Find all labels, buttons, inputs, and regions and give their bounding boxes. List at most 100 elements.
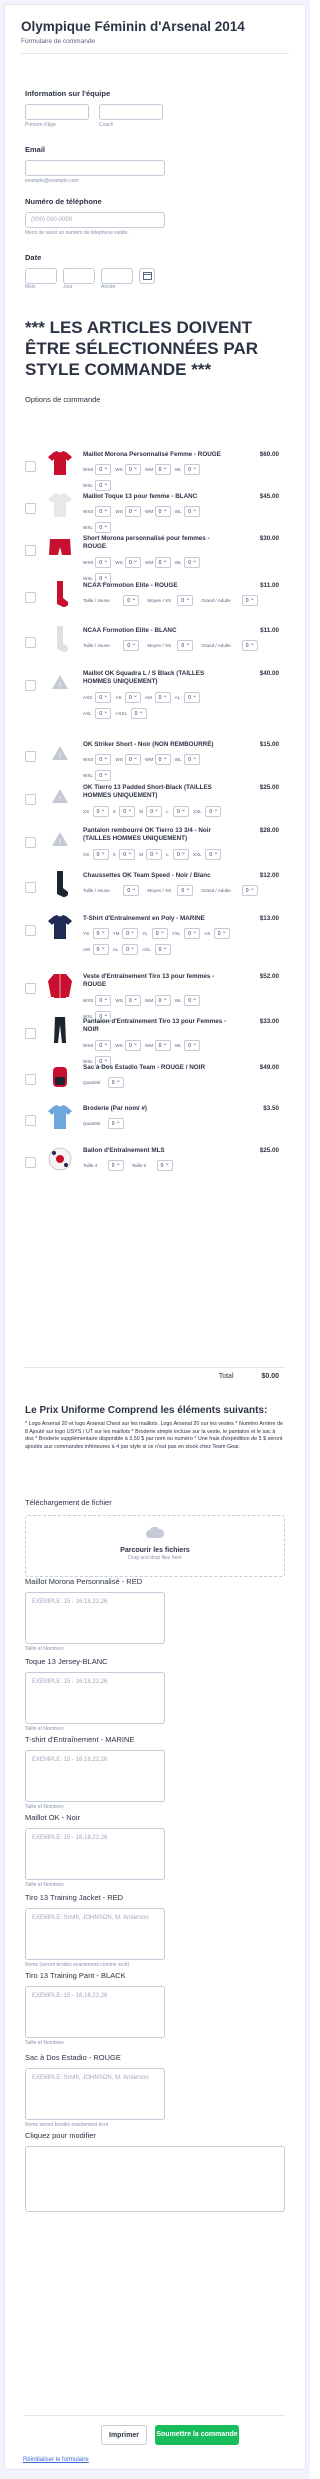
product-checkbox[interactable] <box>25 1115 36 1126</box>
quantity-select[interactable]: 0 <box>95 754 112 765</box>
calendar-icon[interactable] <box>139 268 155 284</box>
quantity-select[interactable]: 0 <box>154 506 171 517</box>
quantity-select[interactable]: 0 <box>184 692 201 703</box>
quantity-select[interactable]: 0 <box>151 928 168 939</box>
quantity-select[interactable]: 0 <box>241 885 258 896</box>
quantity-select[interactable]: 0 <box>125 1040 141 1051</box>
quantity-select[interactable]: 0 <box>95 708 112 719</box>
textarea-input[interactable]: EXEMPLE: 15 - 16,18,22,26 <box>25 1986 165 2038</box>
quantity-select[interactable]: 0 <box>154 464 171 475</box>
quantity-select[interactable]: 0 <box>156 1160 173 1171</box>
product-checkbox[interactable] <box>25 461 36 472</box>
quantity-select[interactable]: 0 <box>173 849 189 860</box>
quantity-select[interactable]: 0 <box>130 708 147 719</box>
quantity-select[interactable]: 0 <box>107 1077 124 1088</box>
quantity-select[interactable]: 0 <box>119 806 136 817</box>
quantity-select[interactable]: 0 <box>119 849 136 860</box>
quantity-select[interactable]: 0 <box>95 770 112 781</box>
quantity-select[interactable]: 0 <box>92 806 109 817</box>
quantity-select[interactable]: 0 <box>154 944 171 955</box>
quantity-select[interactable]: 0 <box>177 595 194 606</box>
product-checkbox[interactable] <box>25 751 36 762</box>
textarea-input[interactable]: EXEMPLE: 15 - 16,18,22,26 <box>25 1750 165 1802</box>
textarea-input[interactable]: EXEMPLE: Smith, JOHNSON, M. Anderson <box>25 1908 165 1960</box>
product-checkbox[interactable] <box>25 837 36 848</box>
quantity-select[interactable]: 0 <box>95 522 112 533</box>
quantity-select[interactable]: 0 <box>146 849 163 860</box>
quantity-select[interactable]: 0 <box>154 692 171 703</box>
quantity-select[interactable]: 0 <box>154 754 171 765</box>
quantity-select[interactable]: 0 <box>205 849 222 860</box>
email-input[interactable] <box>25 160 165 176</box>
quantity-select[interactable]: 0 <box>184 557 201 568</box>
textarea-input[interactable]: EXEMPLE: 15 - 16,18,22,26 <box>25 1672 165 1724</box>
quantity-select[interactable]: 0 <box>122 944 139 955</box>
product-checkbox[interactable] <box>25 592 36 603</box>
quantity-select[interactable]: 0 <box>123 885 140 896</box>
quantity-select[interactable]: 0 <box>95 557 112 568</box>
quantity-select[interactable]: 0 <box>154 1040 171 1051</box>
quantity-select[interactable]: 0 <box>184 995 201 1006</box>
quantity-select[interactable]: 0 <box>205 806 222 817</box>
quantity-select[interactable]: 0 <box>184 928 201 939</box>
quantity-select[interactable]: 0 <box>184 506 201 517</box>
quantity-select[interactable]: 0 <box>125 506 141 517</box>
product-checkbox[interactable] <box>25 1028 36 1039</box>
month-input[interactable] <box>25 268 57 284</box>
reset-link[interactable]: Réinitialiser le formulaire <box>23 2457 89 2463</box>
quantity-select[interactable]: 0 <box>125 464 141 475</box>
quantity-select[interactable]: 0 <box>184 1040 201 1051</box>
quantity-select[interactable]: 0 <box>177 640 194 651</box>
product-checkbox[interactable] <box>25 680 36 691</box>
submit-button[interactable]: Soumettre la commande <box>155 2425 239 2445</box>
quantity-select[interactable]: 0 <box>241 640 258 651</box>
textarea-input[interactable]: EXEMPLE: Smith, JOHNSON, M. Anderson <box>25 2068 165 2120</box>
quantity-select[interactable]: 0 <box>125 557 141 568</box>
quantity-select[interactable]: 0 <box>213 928 230 939</box>
quantity-select[interactable]: 0 <box>125 692 141 703</box>
quantity-select[interactable]: 0 <box>173 806 189 817</box>
phone-input[interactable]: (000) 000-0000 <box>25 212 165 228</box>
textarea-input[interactable] <box>25 2146 285 2212</box>
year-input[interactable] <box>101 268 133 284</box>
print-button[interactable]: Imprimer <box>101 2425 147 2445</box>
quantity-select[interactable]: 0 <box>184 464 201 475</box>
quantity-select[interactable]: 0 <box>95 995 112 1006</box>
day-input[interactable] <box>63 268 95 284</box>
quantity-select[interactable]: 0 <box>184 754 201 765</box>
quantity-select[interactable]: 0 <box>95 464 112 475</box>
product-checkbox[interactable] <box>25 882 36 893</box>
quantity-select[interactable]: 0 <box>241 595 258 606</box>
product-checkbox[interactable] <box>25 637 36 648</box>
product-checkbox[interactable] <box>25 1157 36 1168</box>
quantity-select[interactable]: 0 <box>95 506 112 517</box>
textarea-input[interactable]: EXEMPLE: 15 - 16,18,22,26 <box>25 1828 165 1880</box>
product-checkbox[interactable] <box>25 983 36 994</box>
quantity-select[interactable]: 0 <box>154 557 171 568</box>
quantity-select[interactable]: 0 <box>177 885 194 896</box>
quantity-select[interactable]: 0 <box>125 995 141 1006</box>
quantity-select[interactable]: 0 <box>122 928 139 939</box>
quantity-select[interactable]: 0 <box>125 754 141 765</box>
quantity-select[interactable]: 0 <box>107 1118 124 1129</box>
upload-dropzone[interactable]: Parcourir les fichiers Drag and drop fil… <box>25 1515 285 1577</box>
quantity-select[interactable]: 0 <box>95 480 112 491</box>
quantity-select[interactable]: 0 <box>95 1040 112 1051</box>
quantity-select[interactable]: 0 <box>95 692 112 703</box>
quantity-select[interactable]: 0 <box>92 849 109 860</box>
product-checkbox[interactable] <box>25 925 36 936</box>
quantity-select[interactable]: 0 <box>92 928 109 939</box>
textarea-input[interactable]: EXEMPLE: 15 - 16,18,22,26 <box>25 1592 165 1644</box>
first-name-input[interactable] <box>25 104 89 120</box>
quantity-select[interactable]: 0 <box>154 995 171 1006</box>
quantity-select[interactable]: 0 <box>107 1160 124 1171</box>
product-checkbox[interactable] <box>25 794 36 805</box>
quantity-select[interactable]: 0 <box>123 640 140 651</box>
quantity-select[interactable]: 0 <box>146 806 163 817</box>
quantity-select[interactable]: 0 <box>92 944 109 955</box>
product-checkbox[interactable] <box>25 545 36 556</box>
last-name-input[interactable] <box>99 104 163 120</box>
quantity-select[interactable]: 0 <box>123 595 140 606</box>
product-checkbox[interactable] <box>25 503 36 514</box>
product-checkbox[interactable] <box>25 1074 36 1085</box>
